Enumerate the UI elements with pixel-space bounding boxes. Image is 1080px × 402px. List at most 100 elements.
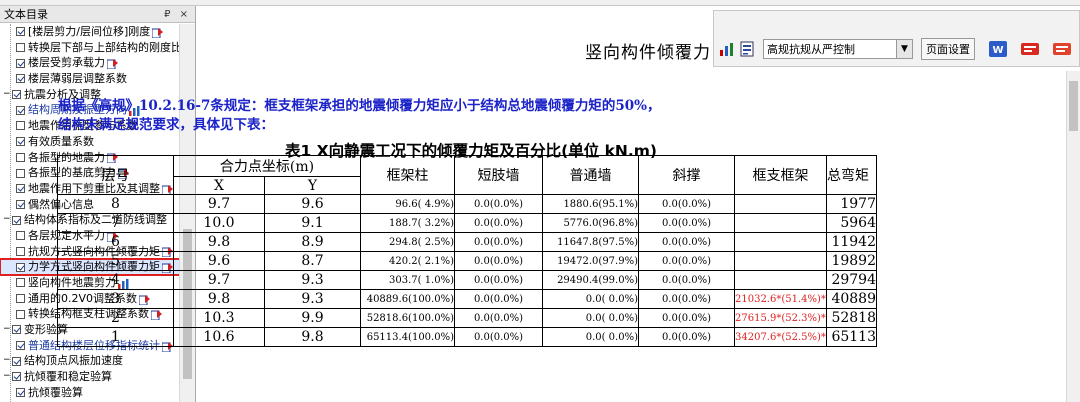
cell-frame-column: 40889.6(100.0%) <box>360 289 455 309</box>
cell-transfer-frame: 21032.6*(51.4%)* <box>734 289 827 309</box>
checkbox[interactable] <box>16 74 25 84</box>
checkbox[interactable] <box>16 105 25 115</box>
cell-transfer-frame <box>734 213 827 233</box>
cell-frame-column: 65113.4(100.0%) <box>360 327 455 347</box>
toc-item[interactable]: 楼层受剪承载力 <box>0 55 180 71</box>
pdf-export-icon[interactable] <box>1021 40 1039 58</box>
cell-short-wall: 0.0(0.0%) <box>454 251 543 271</box>
checkbox[interactable] <box>16 341 25 351</box>
cell-x: 9.7 <box>173 270 265 290</box>
toc-item-label: 有效质量系数 <box>28 134 94 148</box>
checkbox[interactable] <box>16 137 25 147</box>
pdf-icon <box>151 27 164 39</box>
sidebar-pin-close-controls[interactable]: ₽ × <box>164 9 191 20</box>
toc-item[interactable]: 有效质量系数 <box>0 134 180 150</box>
toc-item[interactable]: − 抗倾覆和稳定验算 <box>0 369 180 385</box>
cell-normal-wall: 0.0( 0.0%) <box>542 308 639 328</box>
cell-transfer-frame <box>734 270 827 290</box>
cell-x: 10.3 <box>173 308 265 328</box>
checkbox[interactable] <box>16 231 25 241</box>
checkbox[interactable] <box>12 215 21 225</box>
header-frame-column: 框架柱 <box>360 155 455 195</box>
header-brace: 斜撑 <box>638 155 735 195</box>
cell-frame-column: 188.7( 3.2%) <box>360 213 455 233</box>
word-export-icon[interactable]: W <box>989 40 1007 58</box>
cell-x: 10.0 <box>173 213 265 233</box>
chevron-down-icon[interactable]: ▼ <box>896 40 912 58</box>
checkbox[interactable] <box>16 184 25 194</box>
checkbox[interactable] <box>16 58 25 68</box>
checkbox[interactable] <box>16 121 25 131</box>
checkbox[interactable] <box>16 388 25 398</box>
tree-expander[interactable]: − <box>3 322 11 338</box>
toc-item[interactable]: 抗倾覆验算 <box>0 385 180 401</box>
tree-expander[interactable]: − <box>3 87 11 103</box>
tree-expander[interactable]: − <box>3 353 11 369</box>
table-row: 1 10.6 9.8 65113.4(100.0%) 0.0(0.0%) 0.0( 0.0… <box>57 327 877 347</box>
cell-floor: 1 <box>57 327 174 347</box>
checkbox[interactable] <box>16 246 25 256</box>
checkbox[interactable] <box>16 278 25 288</box>
toc-item-label: 抗倾覆验算 <box>28 385 83 399</box>
cell-short-wall: 0.0(0.0%) <box>454 194 543 214</box>
toc-item-label: [楼层剪力/层间位移]刚度 <box>28 25 151 38</box>
tree-expander[interactable]: − <box>3 212 11 228</box>
code-compliance-notice: 根据《高规》10.2.16-7条规定：框支框架承担的地震倾覆力矩应小于结构总地震… <box>58 97 858 135</box>
header-floor: 层号 <box>57 155 174 195</box>
header-normal-wall: 普通墙 <box>542 155 639 195</box>
checkbox[interactable] <box>12 372 21 382</box>
cell-brace: 0.0(0.0%) <box>638 232 735 252</box>
txt-export-icon[interactable] <box>1053 40 1071 58</box>
cell-brace: 0.0(0.0%) <box>638 213 735 233</box>
toc-item-label: 抗倾覆和稳定验算 <box>24 370 112 384</box>
checkbox[interactable] <box>16 43 25 53</box>
table-row: 5 9.6 8.7 420.2( 2.1%) 0.0(0.0%) 19472.0(97.9… <box>57 251 877 271</box>
tree-expander[interactable]: − <box>3 369 11 385</box>
page-setup-button[interactable]: 页面设置 <box>921 38 975 60</box>
header-transfer-frame: 框支框架 <box>734 155 827 195</box>
table-header-row: 层号 合力点坐标(m) 框架柱 短肢墙 普通墙 斜撑 框支框架 总弯矩 <box>57 155 877 195</box>
svg-text:W: W <box>992 45 1003 56</box>
notice-line-1: 根据《高规》10.2.16-7条规定：框支框架承担的地震倾覆力矩应小于结构总地震… <box>58 98 661 114</box>
cell-x: 10.6 <box>173 327 265 347</box>
checkbox[interactable] <box>12 325 21 335</box>
cell-normal-wall: 0.0( 0.0%) <box>542 289 639 309</box>
cell-brace: 0.0(0.0%) <box>638 289 735 309</box>
toc-item[interactable]: 楼层薄弱层调整系数 <box>0 71 180 87</box>
document-scroll-thumb[interactable] <box>1069 81 1078 131</box>
cell-normal-wall: 5776.0(96.8%) <box>542 213 639 233</box>
cell-normal-wall: 0.0( 0.0%) <box>542 327 639 347</box>
header-coord-group: 合力点坐标(m) <box>173 155 361 177</box>
cell-brace: 0.0(0.0%) <box>638 251 735 271</box>
cell-short-wall: 0.0(0.0%) <box>454 270 543 290</box>
toc-item[interactable]: [楼层剪力/层间位移]刚度 <box>0 24 180 40</box>
checkbox[interactable] <box>16 262 25 272</box>
cell-brace: 0.0(0.0%) <box>638 308 735 328</box>
cell-total: 1977 <box>826 194 877 214</box>
cell-short-wall: 0.0(0.0%) <box>454 308 543 328</box>
report-settings-icon[interactable] <box>739 41 755 57</box>
cell-brace: 0.0(0.0%) <box>638 327 735 347</box>
table-row: 4 9.7 9.3 303.7( 1.0%) 0.0(0.0%) 29490.4(99.0… <box>57 270 877 290</box>
checkbox[interactable] <box>16 168 25 178</box>
bar-chart-icon[interactable] <box>719 41 735 57</box>
checkbox[interactable] <box>16 294 25 304</box>
checkbox[interactable] <box>16 152 25 162</box>
checkbox[interactable] <box>12 90 21 100</box>
sidebar-header: 文本目录 ₽ × <box>0 6 195 23</box>
document-scrollbar[interactable] <box>1066 71 1080 402</box>
pdf-icon <box>106 58 118 70</box>
checkbox[interactable] <box>16 199 25 209</box>
checkbox[interactable] <box>12 356 21 366</box>
header-total: 总弯矩 <box>826 155 877 195</box>
cell-y: 8.7 <box>264 251 361 271</box>
cell-x: 9.8 <box>173 289 265 309</box>
cell-floor: 4 <box>57 270 174 290</box>
checkbox[interactable] <box>16 309 25 319</box>
notice-line-2: 结构未满足规范要求，具体见下表： <box>58 117 274 133</box>
toc-item[interactable]: − 结构顶点风振加速度 <box>0 353 180 369</box>
code-standard-select[interactable]: 高规抗规从严控制 ▼ <box>763 39 913 59</box>
checkbox[interactable] <box>16 27 25 37</box>
table-row: 2 10.3 9.9 52818.6(100.0%) 0.0(0.0%) 0.0( 0.0… <box>57 308 877 328</box>
toc-item[interactable]: 转换层下部与上部结构的刚度比 <box>0 40 180 56</box>
